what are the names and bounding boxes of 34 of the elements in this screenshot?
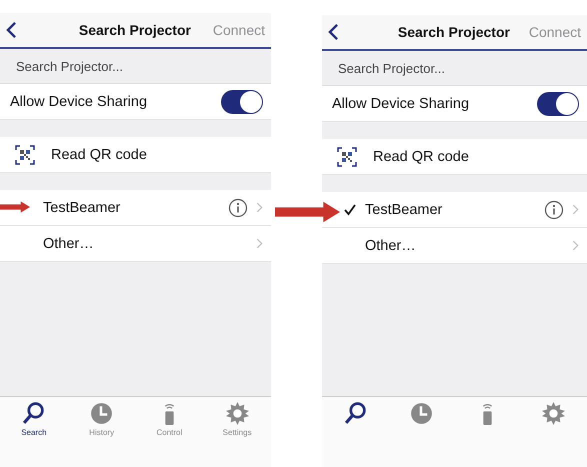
clock-icon <box>89 401 114 426</box>
nav-title: Search Projector <box>396 24 511 40</box>
settings-icon <box>541 401 566 426</box>
arrow-drawing <box>275 201 340 223</box>
sharing-label: Allow Device Sharing <box>10 94 148 110</box>
tab-item[interactable]: Search <box>6 401 62 437</box>
device-row[interactable]: TestBeamer <box>322 192 587 228</box>
qr-code-icon <box>15 144 35 164</box>
search-icon <box>342 401 368 426</box>
device-row[interactable]: Other… <box>0 226 271 262</box>
chevron-icon <box>256 238 263 249</box>
device-name: TestBeamer <box>43 200 122 216</box>
info-icon[interactable] <box>228 198 248 218</box>
device-name: Other… <box>365 238 417 254</box>
nav-title: Search Projector <box>78 22 192 38</box>
qr-code-icon <box>337 146 357 166</box>
clock-icon <box>408 401 434 426</box>
back-icon[interactable] <box>6 21 17 39</box>
device-name: Other… <box>43 236 95 252</box>
info-icon[interactable] <box>544 200 564 220</box>
back-icon[interactable] <box>328 23 339 41</box>
chevron-icon <box>572 240 579 251</box>
device-row[interactable]: Other… <box>322 228 587 264</box>
chevron-icon <box>572 204 579 215</box>
device-name: TestBeamer <box>365 202 444 218</box>
chevron-icon <box>256 202 263 213</box>
device-row[interactable]: TestBeamer <box>0 190 271 226</box>
settings-icon <box>224 401 250 426</box>
search-icon <box>21 401 46 426</box>
section-label: Search Projector... <box>338 60 445 76</box>
sharing-label: Allow Device Sharing <box>332 96 470 112</box>
section-label: Search Projector... <box>16 58 123 74</box>
sharing-toggle[interactable] <box>221 90 263 114</box>
sharing-toggle[interactable] <box>537 92 579 116</box>
